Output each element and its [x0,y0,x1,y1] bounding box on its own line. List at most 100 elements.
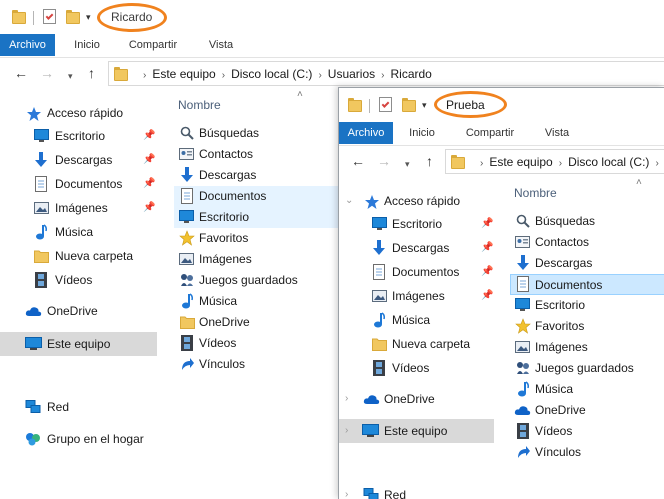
file-item-imagenes[interactable]: Imágenes [510,337,664,358]
file-item-descargas[interactable]: Descargas [174,165,338,186]
expand-chevron-icon[interactable]: › [345,483,348,499]
nav-item-este-equipo[interactable]: Este equipo [0,332,157,356]
nav-item-grupo-hogar[interactable]: Grupo en el hogar [0,427,160,451]
nav-item-escritorio[interactable]: Escritorio 📌 [339,212,499,236]
recent-locations-chevron-icon[interactable]: ▾ [68,68,73,84]
expand-chevron-icon[interactable]: › [345,419,348,443]
file-item-busquedas[interactable]: Búsquedas [174,123,338,144]
breadcrumb[interactable]: › Este equipo › Disco local (C:) › [445,149,664,174]
up-arrow-icon[interactable]: ↑ [426,153,433,169]
pin-icon[interactable]: 📌 [481,260,493,284]
breadcrumb-este-equipo[interactable]: Este equipo [152,67,215,81]
properties-icon[interactable] [379,97,392,112]
pin-icon[interactable]: 📌 [143,196,155,220]
pin-icon[interactable]: 📌 [143,124,155,148]
file-item-juegos-guardados[interactable]: Juegos guardados [510,358,664,379]
nav-item-imagenes[interactable]: Imágenes 📌 [0,196,160,220]
file-item-favoritos[interactable]: Favoritos [174,228,338,249]
chevron-right-icon[interactable]: › [381,70,384,81]
file-item-imagenes[interactable]: Imágenes [174,249,338,270]
tab-vista[interactable]: Vista [196,34,246,56]
nav-item-acceso-rapido[interactable]: ⌄ Acceso rápido [339,189,499,213]
column-header-nombre[interactable]: Nombre [178,98,221,112]
customize-toolbar-dropdown-icon[interactable]: ▾ [422,100,431,110]
column-header-nombre[interactable]: Nombre [514,186,557,200]
pin-icon[interactable]: 📌 [481,236,493,260]
customize-toolbar-dropdown-icon[interactable]: ▾ [86,12,95,22]
tab-archivo[interactable]: Archivo [0,34,55,56]
nav-item-videos[interactable]: Vídeos [0,268,160,292]
nav-item-musica[interactable]: Música [339,308,499,332]
breadcrumb-usuarios[interactable]: Usuarios [328,67,375,81]
chevron-right-icon[interactable]: › [655,158,658,169]
file-item-escritorio[interactable]: Escritorio [174,207,338,228]
forward-arrow-icon[interactable]: → [377,153,391,169]
file-item-juegos-guardados[interactable]: Juegos guardados [174,270,338,291]
nav-item-videos[interactable]: Vídeos [339,356,499,380]
tab-archivo[interactable]: Archivo [339,122,393,144]
forward-arrow-icon[interactable]: → [40,65,54,81]
nav-item-descargas[interactable]: Descargas 📌 [339,236,499,260]
back-arrow-icon[interactable]: ← [14,65,28,81]
nav-item-documentos[interactable]: Documentos 📌 [339,260,499,284]
chevron-right-icon[interactable]: › [222,70,225,81]
nav-item-red[interactable]: Red [0,395,160,419]
folder-icon[interactable] [348,98,362,112]
breadcrumb-disco-local[interactable]: Disco local (C:) [231,67,312,81]
file-item-musica[interactable]: Música [510,379,664,400]
nav-item-onedrive[interactable]: › OneDrive [339,387,499,411]
file-item-descargas[interactable]: Descargas [510,253,664,274]
file-list: Nombre ˄ Búsquedas Contactos Descargas D… [499,177,664,499]
tab-compartir[interactable]: Compartir [120,34,186,56]
nav-item-acceso-rapido[interactable]: Acceso rápido [0,101,160,125]
recent-locations-chevron-icon[interactable]: ▾ [405,156,410,172]
tab-compartir[interactable]: Compartir [457,122,523,144]
tab-vista[interactable]: Vista [535,122,579,144]
properties-icon[interactable] [43,9,56,24]
pin-icon[interactable]: 📌 [143,172,155,196]
pin-icon[interactable]: 📌 [481,284,493,308]
tab-inicio[interactable]: Inicio [62,34,112,56]
expand-chevron-icon[interactable]: › [345,387,348,411]
file-item-vinculos[interactable]: Vínculos [174,354,338,375]
nav-item-este-equipo[interactable]: › Este equipo [339,419,494,443]
file-item-escritorio[interactable]: Escritorio [510,295,664,316]
nav-item-red[interactable]: › Red [339,483,499,499]
nav-item-nueva-carpeta[interactable]: Nueva carpeta [339,332,499,356]
tab-inicio[interactable]: Inicio [399,122,445,144]
file-item-contactos[interactable]: Contactos [510,232,664,253]
file-item-musica[interactable]: Música [174,291,338,312]
folder-icon[interactable] [12,10,26,24]
nav-item-documentos[interactable]: Documentos 📌 [0,172,160,196]
breadcrumb-ricardo[interactable]: Ricardo [390,67,431,81]
breadcrumb-disco-local[interactable]: Disco local (C:) [568,155,649,169]
nav-item-imagenes[interactable]: Imágenes 📌 [339,284,499,308]
pin-icon[interactable]: 📌 [481,212,493,236]
breadcrumb[interactable]: › Este equipo › Disco local (C:) › Usuarios › R… [108,61,664,86]
breadcrumb-este-equipo[interactable]: Este equipo [489,155,552,169]
file-item-documentos[interactable]: Documentos [174,186,338,207]
expand-chevron-icon[interactable]: ⌄ [345,189,353,213]
file-item-documentos[interactable]: Documentos [510,274,664,295]
nav-item-nueva-carpeta[interactable]: Nueva carpeta [0,244,160,268]
chevron-right-icon[interactable]: › [318,70,321,81]
up-arrow-icon[interactable]: ↑ [88,65,95,81]
nav-item-onedrive[interactable]: OneDrive [0,299,160,323]
file-item-contactos[interactable]: Contactos [174,144,338,165]
file-item-onedrive[interactable]: OneDrive [510,400,664,421]
back-arrow-icon[interactable]: ← [351,153,365,169]
file-item-onedrive[interactable]: OneDrive [174,312,338,333]
file-item-busquedas[interactable]: Búsquedas [510,211,664,232]
chevron-right-icon[interactable]: › [559,158,562,169]
music-note-icon [373,312,385,328]
nav-item-descargas[interactable]: Descargas 📌 [0,148,160,172]
nav-item-escritorio[interactable]: Escritorio 📌 [0,124,160,148]
file-item-vinculos[interactable]: Vínculos [510,442,664,463]
new-folder-icon[interactable] [402,98,416,112]
nav-item-musica[interactable]: Música [0,220,160,244]
pin-icon[interactable]: 📌 [143,148,155,172]
file-item-favoritos[interactable]: Favoritos [510,316,664,337]
file-item-videos[interactable]: Vídeos [510,421,664,442]
file-item-videos[interactable]: Vídeos [174,333,338,354]
new-folder-icon[interactable] [66,10,80,24]
